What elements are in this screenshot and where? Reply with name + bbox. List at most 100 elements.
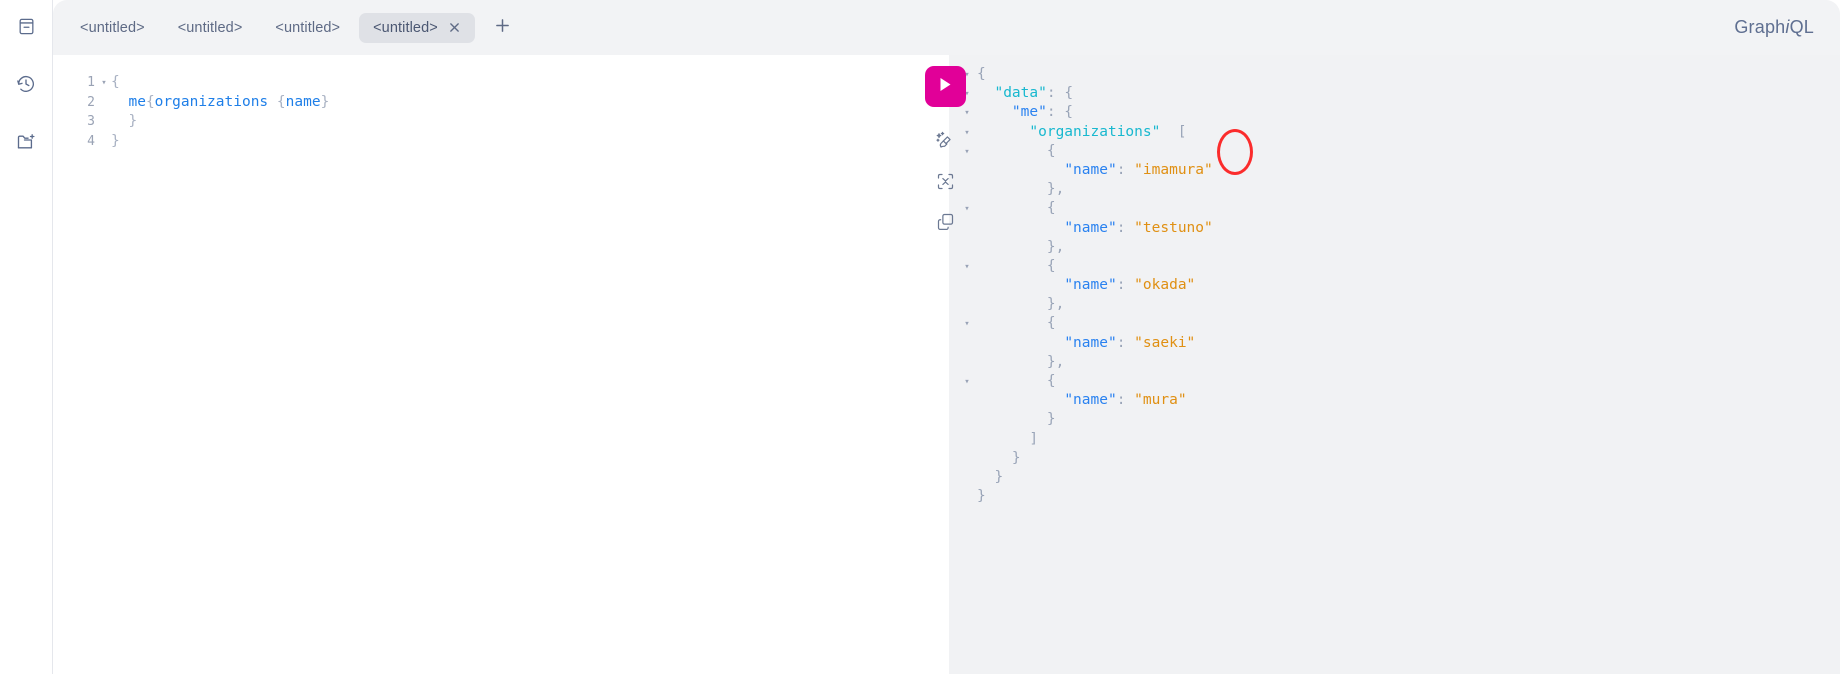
code-token: { bbox=[146, 93, 155, 113]
json-token: { bbox=[977, 314, 1056, 333]
code-token: { bbox=[277, 93, 286, 113]
plus-icon bbox=[495, 18, 510, 38]
response-line: "name": "okada" bbox=[957, 276, 1213, 295]
response-line: ▾ { bbox=[957, 372, 1213, 391]
close-icon[interactable] bbox=[448, 21, 461, 34]
json-token bbox=[977, 276, 1064, 295]
line-number: 1 bbox=[53, 73, 97, 93]
response-line: ▾ { bbox=[957, 142, 1213, 161]
tab-untitled-4-active[interactable]: <untitled> bbox=[359, 13, 475, 43]
code-token: } bbox=[111, 112, 137, 132]
line-number: 3 bbox=[53, 112, 97, 132]
code-token bbox=[268, 93, 277, 113]
merge-icon bbox=[935, 171, 956, 192]
json-token: "organizations" bbox=[1029, 123, 1160, 142]
response-line: } bbox=[957, 410, 1213, 429]
line-number: 4 bbox=[53, 132, 97, 152]
json-token: [ bbox=[1160, 123, 1186, 142]
left-icon-rail bbox=[0, 0, 53, 674]
query-editor-pane[interactable]: 1▾{2 me{organizations {name}3 }4} bbox=[53, 55, 948, 674]
json-token: : bbox=[1117, 276, 1134, 295]
json-token: "name" bbox=[1064, 161, 1116, 180]
line-number: 2 bbox=[53, 93, 97, 113]
new-file-icon bbox=[16, 132, 36, 152]
response-line: ] bbox=[957, 430, 1213, 449]
json-token: : bbox=[1117, 219, 1134, 238]
fold-arrow-icon[interactable]: ▾ bbox=[957, 372, 977, 392]
json-token bbox=[977, 219, 1064, 238]
code-token: } bbox=[321, 93, 330, 113]
json-token bbox=[977, 161, 1064, 180]
response-pane: ▾{▾ "data": {▾ "me": {▾ "organizations" … bbox=[949, 55, 1840, 674]
response-line: } bbox=[957, 487, 1213, 506]
response-line: ▾ { bbox=[957, 257, 1213, 276]
json-token bbox=[977, 103, 1012, 122]
json-token: : bbox=[1117, 161, 1134, 180]
docs-explorer-button[interactable] bbox=[6, 6, 46, 46]
json-token: : bbox=[1117, 391, 1134, 410]
json-token: "mura" bbox=[1134, 391, 1186, 410]
tab-untitled-3[interactable]: <untitled> bbox=[261, 13, 354, 43]
editor-toolbar bbox=[919, 66, 971, 241]
json-token: "me" bbox=[1012, 103, 1047, 122]
json-token: : { bbox=[1047, 103, 1073, 122]
tab-untitled-2[interactable]: <untitled> bbox=[164, 13, 257, 43]
response-json: ▾{▾ "data": {▾ "me": {▾ "organizations" … bbox=[957, 65, 1213, 506]
json-token: }, bbox=[977, 238, 1064, 257]
json-token: { bbox=[977, 372, 1056, 391]
json-token: ] bbox=[977, 430, 1038, 449]
query-editor-code[interactable]: 1▾{2 me{organizations {name}3 }4} bbox=[53, 73, 913, 151]
merge-fragments-button[interactable] bbox=[925, 161, 965, 201]
json-token bbox=[977, 391, 1064, 410]
response-line: }, bbox=[957, 295, 1213, 314]
tab-untitled-1[interactable]: <untitled> bbox=[66, 13, 159, 43]
code-token bbox=[111, 93, 128, 113]
json-token bbox=[977, 84, 994, 103]
json-token: "imamura" bbox=[1134, 161, 1213, 180]
logo-prefix: Graph bbox=[1734, 17, 1785, 37]
json-token: "name" bbox=[1064, 276, 1116, 295]
json-token: "okada" bbox=[1134, 276, 1195, 295]
json-token: { bbox=[977, 257, 1056, 276]
response-line: }, bbox=[957, 238, 1213, 257]
json-token: "data" bbox=[994, 84, 1046, 103]
prettify-button[interactable] bbox=[925, 121, 965, 161]
add-tab-button[interactable] bbox=[488, 13, 518, 43]
json-token: { bbox=[977, 199, 1056, 218]
graphiql-shell: <untitled> <untitled> <untitled> <untitl… bbox=[53, 0, 1840, 674]
response-line: ▾ "me": { bbox=[957, 103, 1213, 122]
copy-query-button[interactable] bbox=[925, 201, 965, 241]
response-line: } bbox=[957, 468, 1213, 487]
prettify-icon bbox=[935, 131, 956, 152]
json-token: : { bbox=[1047, 84, 1073, 103]
tab-bar: <untitled> <untitled> <untitled> <untitl… bbox=[53, 0, 1840, 55]
code-token: { bbox=[111, 73, 120, 93]
json-token: }, bbox=[977, 295, 1064, 314]
json-token: } bbox=[977, 410, 1056, 429]
json-token: { bbox=[977, 142, 1056, 161]
json-token: "saeki" bbox=[1134, 334, 1195, 353]
tab-label: <untitled> bbox=[80, 20, 145, 36]
tab-label: <untitled> bbox=[178, 20, 243, 36]
response-line: }, bbox=[957, 353, 1213, 372]
graphiql-logo: GraphiQL bbox=[1734, 17, 1814, 38]
docs-icon bbox=[17, 17, 36, 36]
fold-arrow-icon[interactable]: ▾ bbox=[957, 257, 977, 277]
tab-label: <untitled> bbox=[275, 20, 340, 36]
fold-arrow-icon[interactable]: ▾ bbox=[957, 314, 977, 334]
editor-line: 2 me{organizations {name} bbox=[53, 93, 913, 113]
response-line: ▾{ bbox=[957, 65, 1213, 84]
response-line: "name": "mura" bbox=[957, 391, 1213, 410]
saved-queries-button[interactable] bbox=[6, 122, 46, 162]
response-line: ▾ "organizations" [ bbox=[957, 123, 1213, 142]
json-token bbox=[977, 123, 1029, 142]
tab-label: <untitled> bbox=[373, 20, 438, 36]
execute-query-button[interactable] bbox=[925, 66, 966, 107]
history-button[interactable] bbox=[6, 64, 46, 104]
json-token: : bbox=[1117, 334, 1134, 353]
response-line: }, bbox=[957, 180, 1213, 199]
response-line: } bbox=[957, 449, 1213, 468]
logo-suffix: QL bbox=[1790, 17, 1814, 37]
fold-arrow-icon[interactable]: ▾ bbox=[97, 73, 111, 93]
code-token: name bbox=[286, 93, 321, 113]
